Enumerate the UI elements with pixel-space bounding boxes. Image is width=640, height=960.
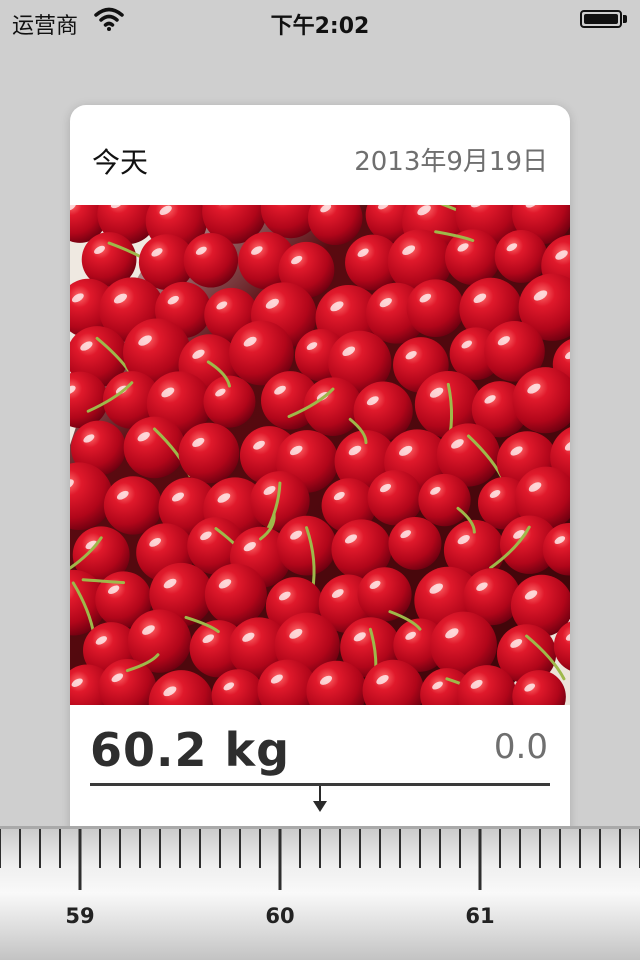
cherries-photo xyxy=(70,205,570,705)
ruler-ticks xyxy=(0,829,640,890)
weight-entry-card[interactable]: 今天 2013年9月19日 60.2 kg 0.0 xyxy=(70,105,570,865)
ruler-label-61: 61 xyxy=(465,904,495,928)
date-label: 2013年9月19日 xyxy=(354,147,548,177)
entry-photo[interactable] xyxy=(70,205,570,705)
day-label: 今天 xyxy=(92,146,149,179)
ruler-label-59: 59 xyxy=(65,904,95,928)
weight-delta: 0.0 xyxy=(493,727,548,767)
clock: 下午2:02 xyxy=(270,14,370,39)
weight-value: 60.2 kg xyxy=(90,723,291,777)
ruler-pointer-arrow-icon xyxy=(313,801,327,812)
weight-ruler-slider[interactable]: 59 60 61 xyxy=(0,826,640,960)
battery-icon xyxy=(580,10,630,30)
status-bar: 运营商 下午2:02 xyxy=(0,0,640,40)
ruler-label-60: 60 xyxy=(265,904,295,928)
